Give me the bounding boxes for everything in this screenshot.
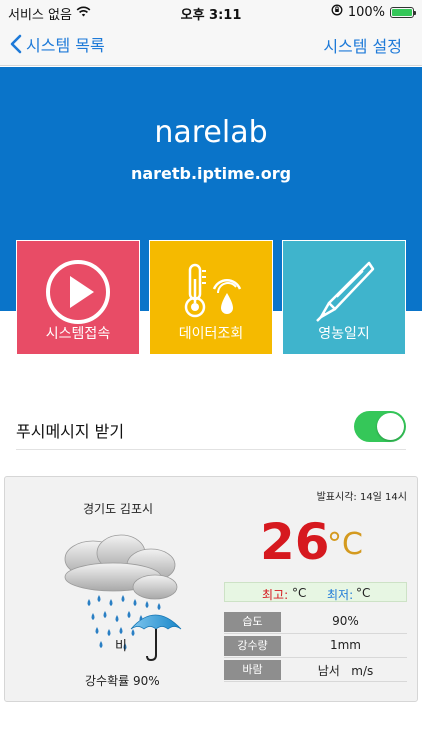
system-settings-button[interactable]: 시스템 설정 bbox=[323, 33, 402, 57]
humidity-value: 90% bbox=[332, 614, 359, 628]
wind-row: 바람 남서 m/s bbox=[224, 658, 407, 682]
chevron-left-icon bbox=[10, 34, 22, 54]
status-right: 100% bbox=[331, 4, 416, 20]
system-connect-tile[interactable]: 시스템접속 bbox=[16, 240, 140, 355]
precip-probability: 강수확률 90% bbox=[85, 674, 160, 688]
pen-icon bbox=[316, 261, 375, 322]
farm-log-tile[interactable]: 영농일지 bbox=[282, 240, 406, 355]
site-url: naretb.iptime.org bbox=[130, 164, 292, 183]
high-low-bar: 최고: °C 최저: °C bbox=[224, 582, 407, 602]
push-setting-row: 푸시메시지 받기 bbox=[16, 408, 406, 450]
site-title: narelab bbox=[154, 115, 268, 150]
weather-card: 경기도 김포시 발표시각: 14일 14시 비 강수확률 90% 26 °C 최… bbox=[4, 476, 418, 702]
navigation-bar: 시스템 목록 시스템 설정 bbox=[0, 24, 422, 66]
temperature-value: 26 bbox=[260, 513, 330, 571]
system-connect-label: 시스템접속 bbox=[45, 326, 111, 342]
back-button[interactable]: 시스템 목록 bbox=[10, 32, 105, 56]
high-value: °C bbox=[292, 586, 307, 600]
temperature-unit: °C bbox=[327, 527, 363, 562]
low-value: °C bbox=[356, 586, 371, 600]
wind-value: 남서 m/s bbox=[317, 664, 374, 678]
battery-icon bbox=[390, 6, 416, 18]
rainfall-row: 강수량 1mm bbox=[224, 634, 407, 658]
announce-time: 발표시각: 14일 14시 bbox=[316, 492, 407, 503]
status-bar: 서비스 없음 오후 3:11 100% bbox=[0, 0, 422, 24]
wind-key: 바람 bbox=[224, 660, 281, 680]
rainfall-value: 1mm bbox=[329, 638, 361, 652]
farm-log-label: 영농일지 bbox=[318, 326, 370, 342]
data-view-tile[interactable]: 데이터조회 bbox=[149, 240, 273, 355]
weather-location: 경기도 김포시 bbox=[83, 502, 154, 516]
humidity-row: 습도 90% bbox=[224, 610, 407, 634]
data-view-label: 데이터조회 bbox=[178, 326, 244, 342]
push-label: 푸시메시지 받기 bbox=[16, 422, 125, 441]
battery-percent: 100% bbox=[347, 4, 385, 20]
humidity-key: 습도 bbox=[224, 612, 281, 632]
menu-tiles: 시스템접속 데이터조회 영농일지 bbox=[16, 240, 406, 355]
play-icon bbox=[46, 260, 110, 324]
weather-detail-table: 습도 90% 강수량 1mm 바람 남서 m/s bbox=[224, 610, 407, 682]
orientation-lock-icon bbox=[331, 4, 343, 20]
push-toggle[interactable] bbox=[354, 411, 406, 442]
back-button-label: 시스템 목록 bbox=[26, 36, 105, 55]
rainfall-key: 강수량 bbox=[224, 636, 281, 656]
high-label: 최고: bbox=[262, 588, 289, 602]
thermometer-icon bbox=[184, 263, 242, 318]
low-label: 최저: bbox=[327, 588, 354, 602]
weather-condition: 비 bbox=[115, 639, 127, 654]
